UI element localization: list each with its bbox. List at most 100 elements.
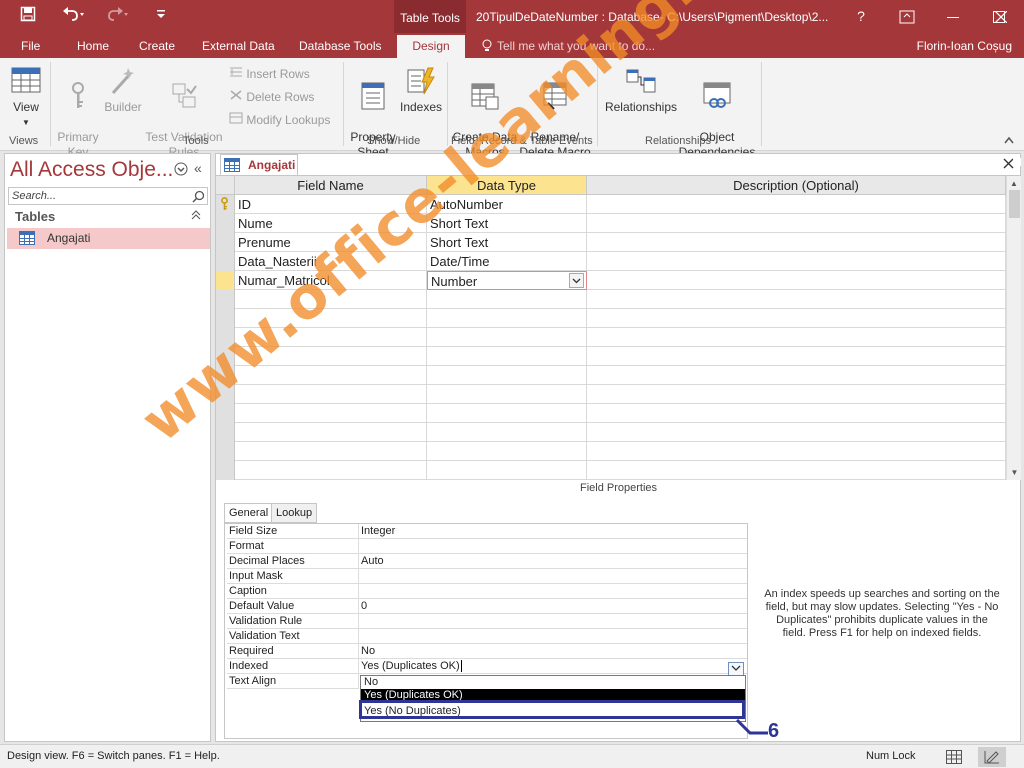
field-type-cell[interactable] bbox=[427, 290, 587, 309]
collapse-ribbon-icon[interactable] bbox=[1004, 136, 1014, 147]
grid-vertical-scrollbar[interactable]: ▲ ▼ bbox=[1006, 176, 1021, 480]
field-type-cell[interactable]: Short Text bbox=[427, 233, 587, 252]
nav-item-angajati[interactable]: Angajati bbox=[7, 228, 210, 249]
field-name-cell[interactable]: Numar_Matricol bbox=[235, 271, 427, 290]
property-row[interactable]: Text Align bbox=[227, 674, 359, 689]
design-view-status-icon[interactable] bbox=[978, 747, 1006, 767]
property-row[interactable]: Input Mask bbox=[227, 569, 747, 584]
tab-file[interactable]: File bbox=[21, 39, 40, 53]
view-button[interactable]: View ▼ bbox=[8, 66, 44, 130]
field-desc-cell[interactable] bbox=[587, 461, 1006, 480]
tab-design[interactable]: Design bbox=[397, 35, 465, 58]
save-icon[interactable] bbox=[20, 6, 36, 25]
primary-key-button[interactable]: Primary Key bbox=[56, 66, 100, 160]
table-row[interactable] bbox=[216, 309, 1006, 328]
column-header-description[interactable]: Description (Optional) bbox=[587, 176, 1006, 195]
table-row[interactable]: ID AutoNumber bbox=[216, 195, 1006, 214]
field-name-cell[interactable] bbox=[235, 442, 427, 461]
field-desc-cell[interactable] bbox=[587, 271, 1006, 290]
table-row[interactable]: Prenume Short Text bbox=[216, 233, 1006, 252]
field-name-cell[interactable] bbox=[235, 385, 427, 404]
property-row[interactable]: Validation Text bbox=[227, 629, 747, 644]
field-name-cell[interactable] bbox=[235, 404, 427, 423]
field-desc-cell[interactable] bbox=[587, 347, 1006, 366]
property-row[interactable]: Indexed Yes (Duplicates OK) bbox=[227, 659, 747, 674]
field-type-cell[interactable] bbox=[427, 366, 587, 385]
field-type-cell[interactable]: Number bbox=[427, 271, 587, 290]
field-name-cell[interactable] bbox=[235, 366, 427, 385]
field-type-cell[interactable] bbox=[427, 309, 587, 328]
field-desc-cell[interactable] bbox=[587, 252, 1006, 271]
field-desc-cell[interactable] bbox=[587, 423, 1006, 442]
field-type-cell[interactable] bbox=[427, 461, 587, 480]
property-row[interactable]: Decimal Places Auto bbox=[227, 554, 747, 569]
insert-rows-button[interactable]: Insert Rows bbox=[229, 66, 310, 81]
field-type-cell[interactable] bbox=[427, 385, 587, 404]
row-selector[interactable] bbox=[216, 442, 235, 461]
field-type-cell[interactable] bbox=[427, 347, 587, 366]
indexed-option-duplicates-ok[interactable]: Yes (Duplicates OK) bbox=[361, 689, 745, 702]
row-selector[interactable] bbox=[216, 290, 235, 309]
row-selector[interactable] bbox=[216, 309, 235, 328]
table-row[interactable] bbox=[216, 290, 1006, 309]
field-name-cell[interactable] bbox=[235, 461, 427, 480]
indexed-option-no[interactable]: No bbox=[361, 676, 745, 689]
table-row[interactable] bbox=[216, 442, 1006, 461]
property-row[interactable]: Validation Rule bbox=[227, 614, 747, 629]
field-name-cell[interactable] bbox=[235, 290, 427, 309]
ribbon-display-options-icon[interactable] bbox=[884, 0, 930, 33]
table-row[interactable] bbox=[216, 404, 1006, 423]
tab-external-data[interactable]: External Data bbox=[202, 39, 275, 53]
field-name-cell[interactable]: Data_Nasterii bbox=[235, 252, 427, 271]
search-icon[interactable] bbox=[192, 190, 205, 206]
field-name-cell[interactable] bbox=[235, 347, 427, 366]
field-desc-cell[interactable] bbox=[587, 366, 1006, 385]
field-desc-cell[interactable] bbox=[587, 442, 1006, 461]
row-selector[interactable] bbox=[216, 214, 235, 233]
tab-general[interactable]: General bbox=[224, 503, 274, 523]
table-row[interactable] bbox=[216, 423, 1006, 442]
table-row[interactable] bbox=[216, 385, 1006, 404]
table-row[interactable]: Data_Nasterii Date/Time bbox=[216, 252, 1006, 271]
user-name[interactable]: Florin-Ioan Coșug bbox=[917, 39, 1012, 53]
field-desc-cell[interactable] bbox=[587, 309, 1006, 328]
field-name-cell[interactable] bbox=[235, 423, 427, 442]
property-row[interactable]: Field Size Integer bbox=[227, 524, 747, 539]
indexed-option-no-duplicates[interactable]: Yes (No Duplicates) bbox=[361, 702, 745, 721]
table-row[interactable] bbox=[216, 461, 1006, 480]
tab-home[interactable]: Home bbox=[77, 39, 109, 53]
field-type-cell[interactable]: Date/Time bbox=[427, 252, 587, 271]
nav-section-tables[interactable]: Tables bbox=[7, 208, 208, 226]
field-type-cell[interactable]: Short Text bbox=[427, 214, 587, 233]
field-type-cell[interactable] bbox=[427, 404, 587, 423]
select-all-corner[interactable] bbox=[216, 176, 235, 195]
field-name-cell[interactable]: Prenume bbox=[235, 233, 427, 252]
field-desc-cell[interactable] bbox=[587, 290, 1006, 309]
field-type-cell[interactable]: AutoNumber bbox=[427, 195, 587, 214]
nav-menu-icon[interactable] bbox=[174, 162, 188, 179]
tab-create[interactable]: Create bbox=[139, 39, 175, 53]
shutter-bar-close-icon[interactable]: « bbox=[194, 160, 202, 176]
field-name-cell[interactable]: ID bbox=[235, 195, 427, 214]
tab-lookup[interactable]: Lookup bbox=[271, 503, 318, 523]
field-desc-cell[interactable] bbox=[587, 385, 1006, 404]
field-name-cell[interactable] bbox=[235, 309, 427, 328]
tab-database-tools[interactable]: Database Tools bbox=[299, 39, 382, 53]
field-type-cell[interactable] bbox=[427, 442, 587, 461]
row-selector[interactable] bbox=[216, 252, 235, 271]
column-header-field-name[interactable]: Field Name bbox=[235, 176, 427, 195]
field-name-cell[interactable] bbox=[235, 328, 427, 347]
field-desc-cell[interactable] bbox=[587, 233, 1006, 252]
property-row[interactable]: Format bbox=[227, 539, 747, 554]
nav-pane-title[interactable]: All Access Obje... bbox=[10, 158, 173, 182]
table-row[interactable]: Nume Short Text bbox=[216, 214, 1006, 233]
builder-button[interactable]: Builder bbox=[102, 66, 144, 115]
redo-icon[interactable] bbox=[106, 6, 128, 25]
row-selector[interactable] bbox=[216, 347, 235, 366]
row-selector[interactable] bbox=[216, 423, 235, 442]
field-desc-cell[interactable] bbox=[587, 214, 1006, 233]
collapse-section-icon[interactable] bbox=[191, 210, 201, 223]
property-value[interactable]: 0 bbox=[361, 600, 367, 612]
indexes-button[interactable]: Indexes bbox=[399, 66, 443, 115]
relationships-button[interactable]: Relationships bbox=[603, 66, 679, 115]
